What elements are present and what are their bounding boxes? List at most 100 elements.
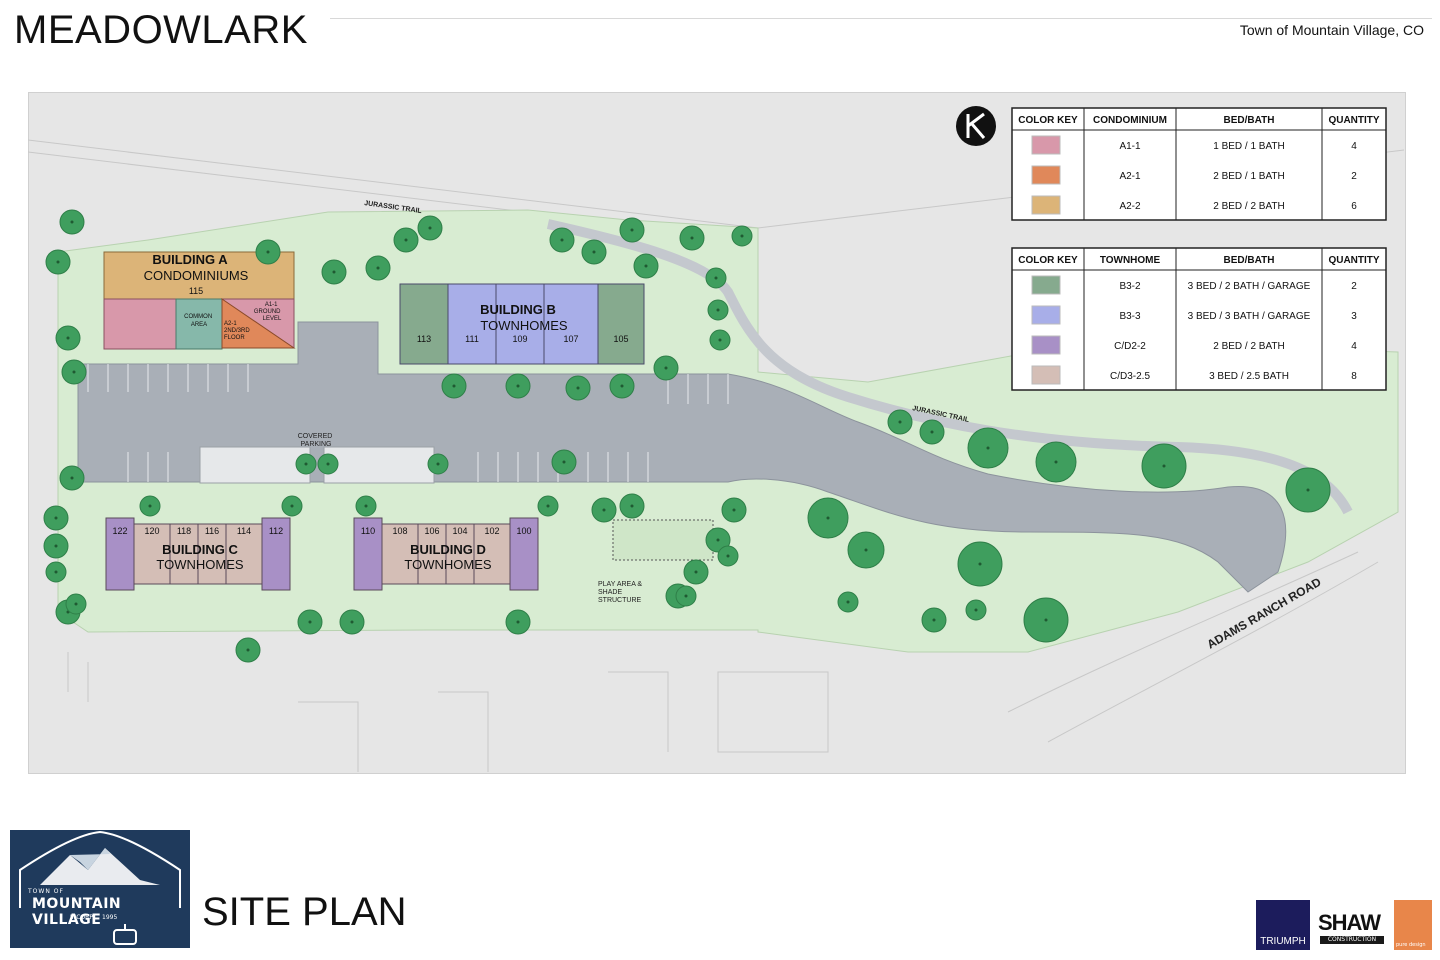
building-b-unit-number: 113 bbox=[417, 334, 431, 344]
condominium-color-key: COLOR KEY CONDOMINIUM BED/BATH QUANTITY A1-1… bbox=[1011, 107, 1387, 221]
building-b-unit-number: 107 bbox=[563, 334, 578, 344]
legend-cell: 3 BED / 2.5 BATH bbox=[1209, 371, 1289, 382]
tree-trunk bbox=[620, 384, 624, 388]
legend-cell: 2 BED / 2 BATH bbox=[1213, 341, 1285, 352]
building-d-unit-number: 102 bbox=[484, 526, 499, 536]
tree-trunk bbox=[1054, 460, 1058, 464]
tree-trunk bbox=[826, 516, 830, 520]
building-c-name: BUILDING C bbox=[162, 542, 238, 557]
legend-header: BED/BATH bbox=[1224, 255, 1275, 266]
tree-trunk bbox=[436, 462, 440, 466]
site-plan-map[interactable]: COVERED PARKING BUILDING A CONDOMINIUMS … bbox=[28, 92, 1404, 772]
tree-trunk bbox=[690, 236, 694, 240]
building-c-unit-number: 112 bbox=[269, 526, 283, 536]
tree-trunk bbox=[718, 338, 722, 342]
tree-trunk bbox=[1306, 488, 1310, 492]
tree-trunk bbox=[70, 220, 74, 224]
legend-header: BED/BATH bbox=[1224, 115, 1275, 126]
building-d-type: TOWNHOMES bbox=[404, 557, 491, 572]
tree-trunk bbox=[898, 420, 902, 424]
project-location: Town of Mountain Village, CO bbox=[1239, 22, 1424, 38]
building-b-unit[interactable] bbox=[597, 283, 645, 365]
tree-trunk bbox=[308, 620, 312, 624]
building-c-type: TOWNHOMES bbox=[156, 557, 243, 572]
tree-trunk bbox=[694, 570, 698, 574]
legend-cell: 2 BED / 1 BATH bbox=[1213, 171, 1285, 182]
tree-trunk bbox=[290, 504, 294, 508]
tree-trunk bbox=[54, 570, 58, 574]
building-a-type: CONDOMINIUMS bbox=[144, 268, 249, 283]
logo-small-text: TOWN OF bbox=[28, 888, 64, 895]
legend-cell: A2-1 bbox=[1119, 171, 1141, 182]
legend-swatch bbox=[1031, 195, 1061, 215]
legend-swatch bbox=[1031, 165, 1061, 185]
tree-trunk bbox=[644, 264, 648, 268]
legend-cell: 4 bbox=[1351, 341, 1357, 352]
tree-trunk bbox=[326, 462, 330, 466]
tree-trunk bbox=[54, 516, 58, 520]
building-a-name: BUILDING A bbox=[152, 252, 228, 267]
tree-trunk bbox=[332, 270, 336, 274]
tree-trunk bbox=[684, 594, 688, 598]
legend-cell: 3 BED / 2 BATH / GARAGE bbox=[1188, 281, 1311, 292]
legend-cell: B3-3 bbox=[1119, 311, 1141, 322]
triumph-logo: TRIUMPH bbox=[1256, 900, 1310, 950]
tree-trunk bbox=[576, 386, 580, 390]
covered-parking-label: COVERED PARKING bbox=[298, 433, 335, 448]
townhome-color-key: COLOR KEY TOWNHOME BED/BATH QUANTITY B3-2 3 B… bbox=[1011, 247, 1387, 391]
legend-cell: C/D2-2 bbox=[1114, 341, 1146, 352]
building-d-unit-number: 106 bbox=[424, 526, 439, 536]
tree-trunk bbox=[664, 366, 668, 370]
project-title: MEADOWLARK bbox=[14, 8, 308, 52]
sheet-title: SITE PLAN bbox=[202, 890, 407, 934]
building-b-unit-number: 105 bbox=[613, 334, 628, 344]
tree-trunk bbox=[1044, 618, 1048, 622]
building-b-unit[interactable] bbox=[399, 283, 449, 365]
tree-trunk bbox=[516, 384, 520, 388]
legend-header: CONDOMINIUM bbox=[1093, 115, 1167, 126]
tree-trunk bbox=[546, 504, 550, 508]
building-a-unit: 115 bbox=[189, 286, 203, 296]
legend-swatch bbox=[1031, 135, 1061, 155]
logo-incorp-text: INCORP. bbox=[70, 914, 94, 921]
legend-cell: 3 bbox=[1351, 311, 1357, 322]
legend-header: COLOR KEY bbox=[1018, 115, 1078, 126]
building-b-type: TOWNHOMES bbox=[480, 318, 567, 333]
tree-trunk bbox=[716, 538, 720, 542]
play-area[interactable] bbox=[612, 519, 714, 561]
legend-cell: B3-2 bbox=[1119, 281, 1141, 292]
building-c-unit-number: 116 bbox=[205, 526, 219, 536]
tree-trunk bbox=[986, 446, 990, 450]
tree-trunk bbox=[404, 238, 408, 242]
tree-trunk bbox=[364, 504, 368, 508]
tree-trunk bbox=[304, 462, 308, 466]
building-d-name: BUILDING D bbox=[410, 542, 486, 557]
shaw-construction-logo: SHAW CONSTRUCTION bbox=[1318, 908, 1386, 948]
tree-trunk bbox=[376, 266, 380, 270]
tree-trunk bbox=[714, 276, 718, 280]
legend-swatch bbox=[1031, 365, 1061, 385]
tree-trunk bbox=[716, 308, 720, 312]
tree-trunk bbox=[428, 226, 432, 230]
tree-trunk bbox=[562, 460, 566, 464]
legend-cell: 1 BED / 1 BATH bbox=[1213, 141, 1285, 152]
legend-cell: A1-1 bbox=[1119, 141, 1141, 152]
legend-cell: C/D3-2.5 bbox=[1110, 371, 1150, 382]
building-d-unit-number: 104 bbox=[452, 526, 467, 536]
legend-cell: A2-2 bbox=[1119, 201, 1141, 212]
building-b-name: BUILDING B bbox=[480, 302, 556, 317]
tree-trunk bbox=[732, 508, 736, 512]
header-divider bbox=[330, 18, 1432, 19]
legend-header: QUANTITY bbox=[1328, 115, 1379, 126]
logo-year-text: 1995 bbox=[102, 914, 118, 921]
tree-trunk bbox=[70, 476, 74, 480]
tree-trunk bbox=[72, 370, 76, 374]
pure-design-logo: pure design bbox=[1394, 900, 1432, 950]
legend-cell: 2 bbox=[1351, 171, 1357, 182]
tree-trunk bbox=[978, 562, 982, 566]
building-c-unit-number: 122 bbox=[112, 526, 127, 536]
tree-trunk bbox=[54, 544, 58, 548]
legend-cell: 3 BED / 3 BATH / GARAGE bbox=[1188, 311, 1311, 322]
tree-trunk bbox=[630, 504, 634, 508]
legend-swatch bbox=[1031, 305, 1061, 325]
